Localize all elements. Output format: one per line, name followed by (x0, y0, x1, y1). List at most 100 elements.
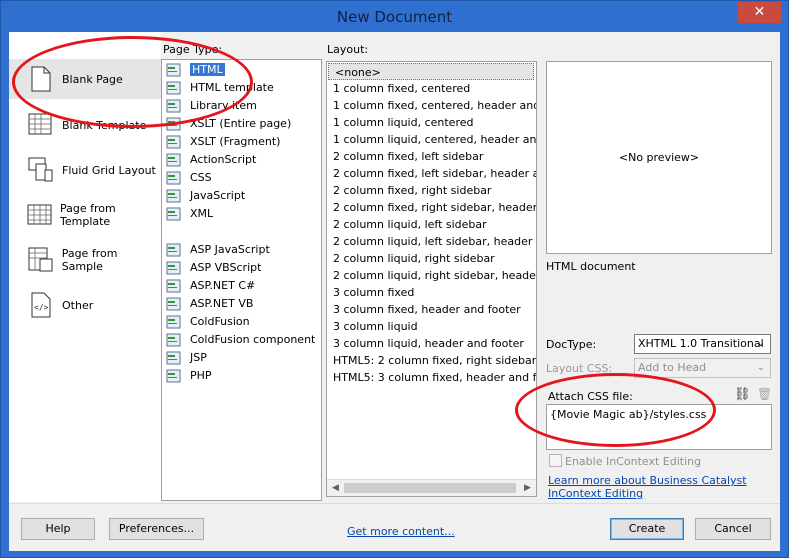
create-button[interactable]: Create (610, 518, 684, 540)
layout-item[interactable]: 2 column liquid, right sidebar (333, 250, 495, 267)
layout-item[interactable]: 2 column liquid, right sidebar, header a… (333, 267, 536, 284)
page-type-item[interactable]: XML (164, 205, 319, 222)
page-type-item[interactable]: ASP JavaScript (164, 241, 319, 258)
scroll-right-icon[interactable]: ▶ (519, 480, 536, 496)
layout-item[interactable]: 3 column liquid, header and footer (333, 335, 524, 352)
learn-more-link[interactable]: Learn more about Business Catalyst (548, 474, 747, 487)
category-page-from-template[interactable]: Page from Template (9, 195, 161, 235)
chevron-down-icon: ⌄ (756, 338, 766, 349)
layout-item[interactable]: 2 column fixed, left sidebar, header and… (333, 165, 536, 182)
doctype-select[interactable]: XHTML 1.0 Transitional ⌄ (634, 334, 771, 354)
page-type-item[interactable]: ASP.NET VB (164, 295, 319, 312)
file-type-icon (166, 207, 182, 221)
layout-item[interactable]: 2 column liquid, left sidebar (333, 216, 487, 233)
doctype-label: DocType: (546, 338, 597, 351)
page-type-label-text: ASP.NET VB (190, 297, 254, 310)
category-other[interactable]: </> Other (9, 285, 161, 325)
page-type-label-text: ASP JavaScript (190, 243, 270, 256)
category-label: Page from Template (60, 202, 116, 228)
get-more-content-link[interactable]: Get more content... (347, 525, 455, 538)
layout-item[interactable]: 1 column fixed, centered, header and foo… (333, 97, 536, 114)
file-type-icon (166, 333, 182, 347)
file-type-icon (166, 171, 182, 185)
file-type-icon (166, 135, 182, 149)
file-type-icon (166, 315, 182, 329)
page-type-item[interactable]: ColdFusion component (164, 331, 319, 348)
layout-item[interactable]: 3 column fixed, header and footer (333, 301, 521, 318)
file-type-icon (166, 297, 182, 311)
new-document-dialog: New Document ✕ Blank Page Blank Template (0, 0, 789, 558)
layout-item[interactable]: 2 column liquid, left sidebar, header an… (333, 233, 536, 250)
file-type-icon (166, 279, 182, 293)
title-bar[interactable]: New Document ✕ (1, 1, 788, 32)
page-type-list[interactable]: HTML HTML template Library item XSLT (Entir… (161, 59, 322, 501)
preferences-button[interactable]: Preferences... (109, 518, 204, 540)
layout-item[interactable]: 2 column fixed, right sidebar (333, 182, 491, 199)
page-type-item[interactable]: JSP (164, 349, 319, 366)
preview-text: <No preview> (618, 151, 700, 164)
footer-bar: Help Preferences... Get more content... … (9, 503, 780, 551)
learn-more-link-line2[interactable]: InContext Editing (548, 487, 643, 500)
close-button[interactable]: ✕ (738, 2, 781, 23)
page-type-item[interactable]: ColdFusion (164, 313, 319, 330)
layout-item[interactable]: 3 column fixed (333, 284, 414, 301)
file-type-icon (166, 261, 182, 275)
layout-item[interactable]: 2 column fixed, left sidebar (333, 148, 483, 165)
category-label: Other (62, 298, 94, 312)
page-type-item[interactable]: CSS (164, 169, 319, 186)
layout-item[interactable]: 1 column liquid, centered, header and fo… (333, 131, 536, 148)
layout-list[interactable]: ◀ ▶ <none> 1 column fixed, centered 1 colu… (326, 61, 537, 497)
layout-item[interactable]: HTML5: 2 column fixed, right sidebar, he… (333, 352, 536, 369)
doctype-value: XHTML 1.0 Transitional (638, 337, 764, 350)
page-from-template-icon (27, 201, 53, 229)
scrollbar-thumb[interactable] (344, 483, 516, 493)
scroll-left-icon[interactable]: ◀ (327, 480, 344, 496)
file-type-icon (166, 369, 182, 383)
page-type-label-text: JavaScript (190, 189, 246, 202)
page-type-item[interactable]: ASP VBScript (164, 259, 319, 276)
page-type-label-text: PHP (190, 369, 212, 382)
page-type-label-text: ActionScript (190, 153, 257, 166)
dialog-title: New Document (336, 8, 453, 26)
page-type-label-text: ColdFusion (190, 315, 250, 328)
horizontal-scrollbar[interactable]: ◀ ▶ (327, 479, 536, 496)
incontext-checkbox[interactable] (549, 454, 562, 467)
file-type-icon (166, 189, 182, 203)
chevron-down-icon: ⌄ (756, 362, 766, 373)
page-type-label-text: ASP VBScript (190, 261, 262, 274)
other-code-icon: </> (27, 291, 55, 319)
page-type-item[interactable]: JavaScript (164, 187, 319, 204)
layout-item[interactable]: HTML5: 3 column fixed, header and footer (333, 369, 536, 386)
help-button[interactable]: Help (21, 518, 95, 540)
link-chain-icon[interactable]: ⛓ (734, 387, 751, 402)
category-label: Page from Sample (61, 247, 118, 273)
page-type-label-text: CSS (190, 171, 212, 184)
file-type-icon (166, 243, 182, 257)
page-type-item[interactable]: XSLT (Fragment) (164, 133, 319, 150)
page-type-label-text: XSLT (Entire page) (190, 117, 292, 130)
page-type-label-text: JSP (190, 351, 207, 364)
preview-pane: <No preview> (546, 61, 772, 254)
page-type-item[interactable]: ASP.NET C# (164, 277, 319, 294)
svg-text:</>: </> (34, 303, 49, 312)
page-type-label-text: ASP.NET C# (190, 279, 256, 292)
layout-item[interactable]: <none> (328, 63, 534, 80)
category-page-from-sample[interactable]: Page from Sample (9, 240, 161, 280)
layout-item[interactable]: 3 column liquid (333, 318, 418, 335)
layout-item[interactable]: 1 column liquid, centered (333, 114, 473, 131)
layout-item[interactable]: 2 column fixed, right sidebar, header an… (333, 199, 536, 216)
incontext-label: Enable InContext Editing (565, 455, 702, 468)
page-type-item[interactable]: PHP (164, 367, 319, 384)
preview-description: HTML document (546, 260, 636, 273)
layout-label: Layout: (327, 43, 369, 56)
fluid-grid-icon (27, 156, 55, 184)
cancel-button[interactable]: Cancel (695, 518, 771, 540)
page-type-item[interactable]: ActionScript (164, 151, 319, 168)
category-fluid-grid-layout[interactable]: Fluid Grid Layout (9, 150, 161, 190)
dialog-body: Blank Page Blank Template Fluid Grid Lay… (9, 32, 780, 551)
page-type-label-text: ColdFusion component (190, 333, 316, 346)
page-type-label-text: XML (190, 207, 214, 220)
layout-item[interactable]: 1 column fixed, centered (333, 80, 470, 97)
trash-icon[interactable]: 🗑 (757, 387, 772, 401)
page-from-sample-icon (27, 246, 55, 274)
